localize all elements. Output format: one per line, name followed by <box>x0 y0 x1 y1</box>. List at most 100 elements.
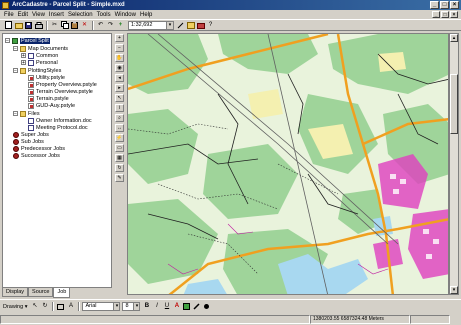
font-combo[interactable]: Arial ▾ <box>82 302 121 311</box>
underline-button[interactable]: U <box>162 302 171 311</box>
find-icon[interactable]: ⌕ <box>115 114 124 122</box>
tree-node-plotting-styles[interactable]: − PlottingStyles <box>13 67 61 74</box>
zoom-out-icon[interactable]: − <box>115 44 124 52</box>
toolbox-icon[interactable] <box>196 21 205 30</box>
menu-edit[interactable]: Edit <box>18 12 28 18</box>
menu-window[interactable]: Window <box>115 12 136 18</box>
collapse-icon[interactable]: − <box>13 111 18 117</box>
tree-node-predecessor-jobs[interactable]: Predecessor Jobs <box>13 145 65 152</box>
title-bar: ArcCadastre - Parcel Split - Simple.mxd … <box>0 0 461 10</box>
map-scale-combo[interactable]: 1:32,692 ▾ <box>128 20 174 30</box>
map-vertical-scrollbar[interactable]: ▴ ▾ <box>449 33 459 295</box>
tree-node-owner-information[interactable]: Owner Information.doc <box>28 117 92 124</box>
chevron-down-icon[interactable]: ▾ <box>166 21 173 29</box>
tree-node-files[interactable]: − Files <box>13 110 40 117</box>
tree-node-common[interactable]: + Common <box>21 52 58 59</box>
tree-node-gud-auy[interactable]: GUD-Auy.pstyle <box>28 102 75 109</box>
full-extent-icon[interactable]: ◉ <box>115 64 124 72</box>
tree-node-utility[interactable]: Utility.pstyle <box>28 74 65 81</box>
add-data-icon[interactable]: + <box>116 21 125 30</box>
fill-color-icon[interactable] <box>182 302 191 311</box>
tree-node-super-jobs[interactable]: Super Jobs <box>13 131 49 138</box>
refresh-icon[interactable]: ↻ <box>115 164 124 172</box>
copy-icon[interactable] <box>60 21 69 30</box>
menu-view[interactable]: View <box>32 12 45 18</box>
toolbar-separator <box>78 302 81 311</box>
tree-node-property-overview[interactable]: Property Overview.pstyle <box>28 81 97 88</box>
doc-close-button[interactable]: × <box>450 11 458 18</box>
doc-minimize-button[interactable]: _ <box>432 11 440 18</box>
toolbar-separator <box>46 20 48 30</box>
expand-icon[interactable]: + <box>21 53 26 59</box>
collapse-icon[interactable]: − <box>5 38 10 44</box>
maximize-button[interactable]: □ <box>440 1 449 9</box>
layout-view-icon[interactable]: ▭ <box>115 144 124 152</box>
line-color-icon[interactable] <box>192 302 201 311</box>
tab-job[interactable]: Job <box>53 288 71 298</box>
expand-icon[interactable]: + <box>21 60 26 66</box>
tree-node-map-documents[interactable]: − Map Documents <box>13 45 68 52</box>
data-view-icon[interactable]: ▦ <box>115 154 124 162</box>
map-view[interactable] <box>127 33 449 295</box>
tree-node-sub-jobs[interactable]: Sub Jobs <box>13 138 44 145</box>
forward-icon[interactable]: ▸ <box>115 84 124 92</box>
new-icon[interactable] <box>4 21 13 30</box>
scroll-down-icon[interactable]: ▾ <box>450 286 458 294</box>
doc-maximize-button[interactable]: □ <box>441 11 449 18</box>
font-size-combo[interactable]: 8 ▾ <box>122 302 141 311</box>
save-icon[interactable] <box>24 21 33 30</box>
minimize-button[interactable]: _ <box>430 1 439 9</box>
measure-icon[interactable]: ↔ <box>115 124 124 132</box>
open-icon[interactable] <box>14 21 23 30</box>
drawing-menu[interactable]: Drawing ▾ <box>3 304 27 310</box>
hyperlink-icon[interactable]: ⚡ <box>115 134 124 142</box>
bold-button[interactable]: B <box>142 302 151 311</box>
menu-tools[interactable]: Tools <box>97 12 111 18</box>
tree-node-terrain-overview[interactable]: Terrain Overview.pstyle <box>28 88 93 95</box>
edit-tool-icon[interactable]: ✎ <box>115 174 124 182</box>
tab-source[interactable]: Source <box>28 288 54 297</box>
text-icon[interactable]: A <box>66 302 75 311</box>
tree-node-successor-jobs[interactable]: Successor Jobs <box>13 152 60 159</box>
font-color-icon[interactable]: A <box>172 302 181 311</box>
collapse-icon[interactable]: − <box>13 68 18 74</box>
back-icon[interactable]: ◂ <box>115 74 124 82</box>
plot-style-icon <box>28 102 34 109</box>
tab-display[interactable]: Display <box>2 288 29 297</box>
menu-file[interactable]: File <box>4 12 14 18</box>
italic-button[interactable]: I <box>152 302 161 311</box>
rectangle-icon[interactable] <box>56 302 65 311</box>
editor-icon[interactable] <box>176 21 185 30</box>
undo-icon[interactable]: ↶ <box>96 21 105 30</box>
document-icon <box>28 124 34 131</box>
rotate-icon[interactable]: ↻ <box>40 302 49 311</box>
menu-selection[interactable]: Selection <box>68 12 93 18</box>
zoom-in-icon[interactable]: + <box>115 34 124 42</box>
status-coordinates: 1380203.55 6587324.48 Meters <box>310 315 410 324</box>
select-elements-icon[interactable]: ↖ <box>30 302 39 311</box>
menu-insert[interactable]: Insert <box>49 12 64 18</box>
collapse-icon[interactable]: − <box>13 46 18 52</box>
tree-node-meeting-protocol[interactable]: Meeting Protocol.doc <box>28 124 88 131</box>
identify-icon[interactable]: i <box>115 104 124 112</box>
marker-color-icon[interactable] <box>202 302 211 311</box>
menu-help[interactable]: Help <box>140 12 152 18</box>
paste-icon[interactable] <box>70 21 79 30</box>
delete-icon[interactable]: ✕ <box>80 21 89 30</box>
toolbar-separator <box>52 302 55 311</box>
redo-icon[interactable]: ↷ <box>106 21 115 30</box>
scroll-up-icon[interactable]: ▴ <box>450 34 458 42</box>
chevron-down-icon[interactable]: ▾ <box>133 303 140 310</box>
tree-node-personal[interactable]: + Personal <box>21 59 58 66</box>
scroll-thumb[interactable] <box>450 74 458 134</box>
tree-node-parcel-split[interactable]: − Parcel Split <box>5 37 50 44</box>
help-icon[interactable]: ? <box>206 21 215 30</box>
print-icon[interactable] <box>34 21 43 30</box>
cut-icon[interactable]: ✂ <box>50 21 59 30</box>
pan-icon[interactable]: ✋ <box>115 54 124 62</box>
chevron-down-icon[interactable]: ▾ <box>113 303 120 310</box>
close-button[interactable]: × <box>450 1 459 9</box>
catalog-icon[interactable] <box>186 21 195 30</box>
select-icon[interactable]: ↖ <box>115 94 124 102</box>
tree-node-terrain[interactable]: Terrain.pstyle <box>28 95 69 102</box>
